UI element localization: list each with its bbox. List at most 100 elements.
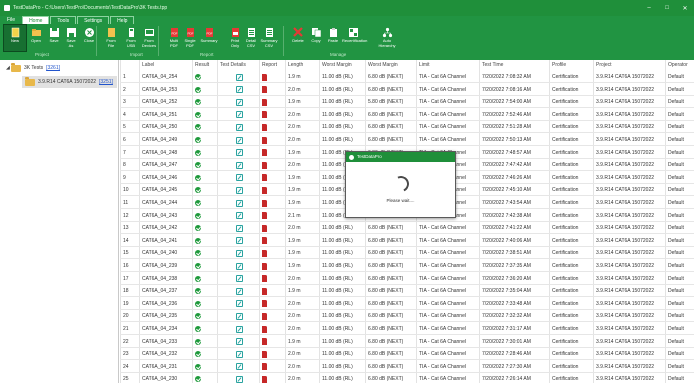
- table-row[interactable]: 17 CAT6A_04_238 2.0 m 11.00 dB (RL) 6.80 dB …: [120, 273, 694, 285]
- pdf-report-icon[interactable]: [262, 338, 267, 346]
- edit-details-icon[interactable]: [235, 338, 243, 346]
- new-button[interactable]: New: [3, 24, 27, 52]
- table-row[interactable]: 3 CAT6A_04_252 1.9 m 11.00 dB (RL) 5.80 dB (…: [120, 96, 694, 109]
- minimize-button[interactable]: –: [640, 5, 658, 12]
- edit-details-icon[interactable]: [235, 86, 243, 94]
- edit-details-icon[interactable]: [235, 199, 243, 207]
- table-row[interactable]: 4 CAT6A_04_251 2.0 m 11.00 dB (RL) 6.80 dB (…: [120, 109, 694, 121]
- edit-details-icon[interactable]: [235, 249, 243, 257]
- pdf-report-icon[interactable]: [262, 325, 267, 333]
- table-row[interactable]: 23 CAT6A_04_232 2.0 m 11.00 dB (RL) 6.80 dB …: [120, 348, 694, 361]
- close-window-button[interactable]: ✕: [676, 5, 694, 12]
- table-row[interactable]: 19 CAT6A_04_236 2.0 m 11.00 dB (RL) 6.80 dB …: [120, 298, 694, 310]
- pdf-report-icon[interactable]: [262, 98, 267, 106]
- edit-details-icon[interactable]: [235, 224, 243, 232]
- tree-child[interactable]: 3.9.R14 CAT6A 15072022 [3251]: [22, 76, 117, 88]
- pdf-report-icon[interactable]: [262, 186, 267, 194]
- edit-details-icon[interactable]: [235, 325, 243, 333]
- edit-details-icon[interactable]: [235, 363, 243, 371]
- edit-details-icon[interactable]: [235, 312, 243, 320]
- table-row[interactable]: 22 CAT6A_04_233 1.9 m 11.00 dB (RL) 6.80 dB …: [120, 336, 694, 348]
- tab-tools[interactable]: Tools: [50, 16, 77, 24]
- column-header-result[interactable]: Result: [195, 60, 217, 70]
- pdf-report-icon[interactable]: [262, 350, 267, 358]
- edit-details-icon[interactable]: [235, 350, 243, 358]
- table-row[interactable]: 25 CAT6A_04_230 2.0 m 11.00 dB (RL) 6.80 dB …: [120, 373, 694, 383]
- pdf-report-icon[interactable]: [262, 212, 267, 220]
- column-header-worst-margin-2[interactable]: Worst Margin: [368, 60, 416, 70]
- pdf-report-icon[interactable]: [262, 262, 267, 270]
- table-row[interactable]: 20 CAT6A_04_235 2.0 m 11.00 dB (RL) 6.80 dB …: [120, 310, 694, 323]
- pdf-report-icon[interactable]: [262, 275, 267, 283]
- table-row[interactable]: 14 CAT6A_04_241 1.9 m 11.00 dB (RL) 6.80 dB …: [120, 235, 694, 247]
- table-row[interactable]: 24 CAT6A_04_231 2.0 m 11.00 dB (RL) 6.80 dB …: [120, 361, 694, 373]
- pdf-report-icon[interactable]: [262, 237, 267, 245]
- table-row[interactable]: 2 CAT6A_04_253 2.0 m 11.00 dB (RL) 6.80 dB (…: [120, 84, 694, 96]
- edit-details-icon[interactable]: [235, 375, 243, 383]
- edit-details-icon[interactable]: [235, 73, 243, 81]
- column-header-length[interactable]: Length: [288, 60, 319, 70]
- column-header-test-time[interactable]: Test Time: [482, 60, 548, 70]
- edit-details-icon[interactable]: [235, 98, 243, 106]
- column-header-limit[interactable]: Limit: [419, 60, 479, 70]
- pdf-report-icon[interactable]: [262, 199, 267, 207]
- column-header-report[interactable]: Report: [262, 60, 285, 70]
- edit-details-icon[interactable]: [235, 161, 243, 169]
- paste-button[interactable]: Paste: [322, 25, 344, 51]
- edit-details-icon[interactable]: [235, 149, 243, 157]
- edit-details-icon[interactable]: [235, 212, 243, 220]
- column-header-profile[interactable]: Profile: [552, 60, 593, 70]
- column-header-label[interactable]: Label: [142, 60, 192, 70]
- table-row[interactable]: 16 CAT6A_04_239 1.9 m 11.00 dB (RL) 6.80 dB …: [120, 260, 694, 272]
- edit-details-icon[interactable]: [235, 300, 243, 308]
- maximize-button[interactable]: □: [658, 5, 676, 12]
- summary-csv-button[interactable]: Summary CSV: [258, 25, 280, 51]
- tab-file[interactable]: File: [1, 16, 21, 24]
- column-header-row-number[interactable]: [123, 60, 138, 70]
- tree-root-count[interactable]: [3261]: [46, 65, 60, 71]
- edit-details-icon[interactable]: [235, 123, 243, 131]
- pdf-report-icon[interactable]: [262, 312, 267, 320]
- edit-details-icon[interactable]: [235, 262, 243, 270]
- table-row[interactable]: 6 CAT6A_04_249 2.0 m 11.00 dB (RL) 6.80 dB (…: [120, 134, 694, 146]
- edit-details-icon[interactable]: [235, 174, 243, 182]
- pdf-report-icon[interactable]: [262, 149, 267, 157]
- edit-details-icon[interactable]: [235, 186, 243, 194]
- table-row[interactable]: 1 CAT6A_04_254 1.9 m 11.00 dB (RL) 6.80 dB (…: [120, 71, 694, 83]
- pdf-report-icon[interactable]: [262, 111, 267, 119]
- tab-home[interactable]: Home: [22, 16, 50, 24]
- column-header-operator[interactable]: Operator: [668, 60, 694, 70]
- edit-details-icon[interactable]: [235, 275, 243, 283]
- pdf-report-icon[interactable]: [262, 73, 267, 81]
- summary-button[interactable]: PDF Summary: [198, 25, 220, 51]
- recertification-button[interactable]: Recertification: [342, 25, 367, 51]
- edit-details-icon[interactable]: [235, 237, 243, 245]
- table-row[interactable]: 18 CAT6A_04_237 1.9 m 11.00 dB (RL) 6.80 dB …: [120, 285, 694, 298]
- pdf-report-icon[interactable]: [262, 136, 267, 144]
- pdf-report-icon[interactable]: [262, 123, 267, 131]
- column-header-project[interactable]: Project: [596, 60, 664, 70]
- column-header-test-details[interactable]: Test Details: [220, 60, 258, 70]
- pdf-report-icon[interactable]: [262, 86, 267, 94]
- from-devices-button[interactable]: From Devices: [138, 25, 160, 51]
- pdf-report-icon[interactable]: [262, 174, 267, 182]
- pdf-report-icon[interactable]: [262, 224, 267, 232]
- pdf-report-icon[interactable]: [262, 161, 267, 169]
- tree-child-count[interactable]: [3251]: [99, 79, 113, 85]
- tree-root[interactable]: ◢ 3K Tests [3261]: [6, 63, 60, 73]
- edit-details-icon[interactable]: [235, 136, 243, 144]
- table-row[interactable]: 21 CAT6A_04_234 2.0 m 11.00 dB (RL) 6.80 dB …: [120, 323, 694, 335]
- pdf-report-icon[interactable]: [262, 375, 267, 383]
- edit-details-icon[interactable]: [235, 287, 243, 295]
- auto-hierarchy-button[interactable]: Auto Hierarchy: [376, 25, 398, 51]
- tab-help[interactable]: Help: [110, 16, 135, 24]
- pdf-report-icon[interactable]: [262, 287, 267, 295]
- table-row[interactable]: 15 CAT6A_04_240 1.9 m 11.00 dB (RL) 6.80 dB …: [120, 247, 694, 260]
- table-row[interactable]: 13 CAT6A_04_242 2.0 m 11.00 dB (RL) 6.80 dB …: [120, 222, 694, 235]
- column-header-worst-margin-1[interactable]: Worst Margin: [322, 60, 365, 70]
- table-row[interactable]: 5 CAT6A_04_250 2.0 m 11.00 dB (RL) 6.80 dB (…: [120, 121, 694, 134]
- pdf-report-icon[interactable]: [262, 249, 267, 257]
- pdf-report-icon[interactable]: [262, 363, 267, 371]
- pdf-report-icon[interactable]: [262, 300, 267, 308]
- tab-settings[interactable]: Settings: [77, 16, 110, 24]
